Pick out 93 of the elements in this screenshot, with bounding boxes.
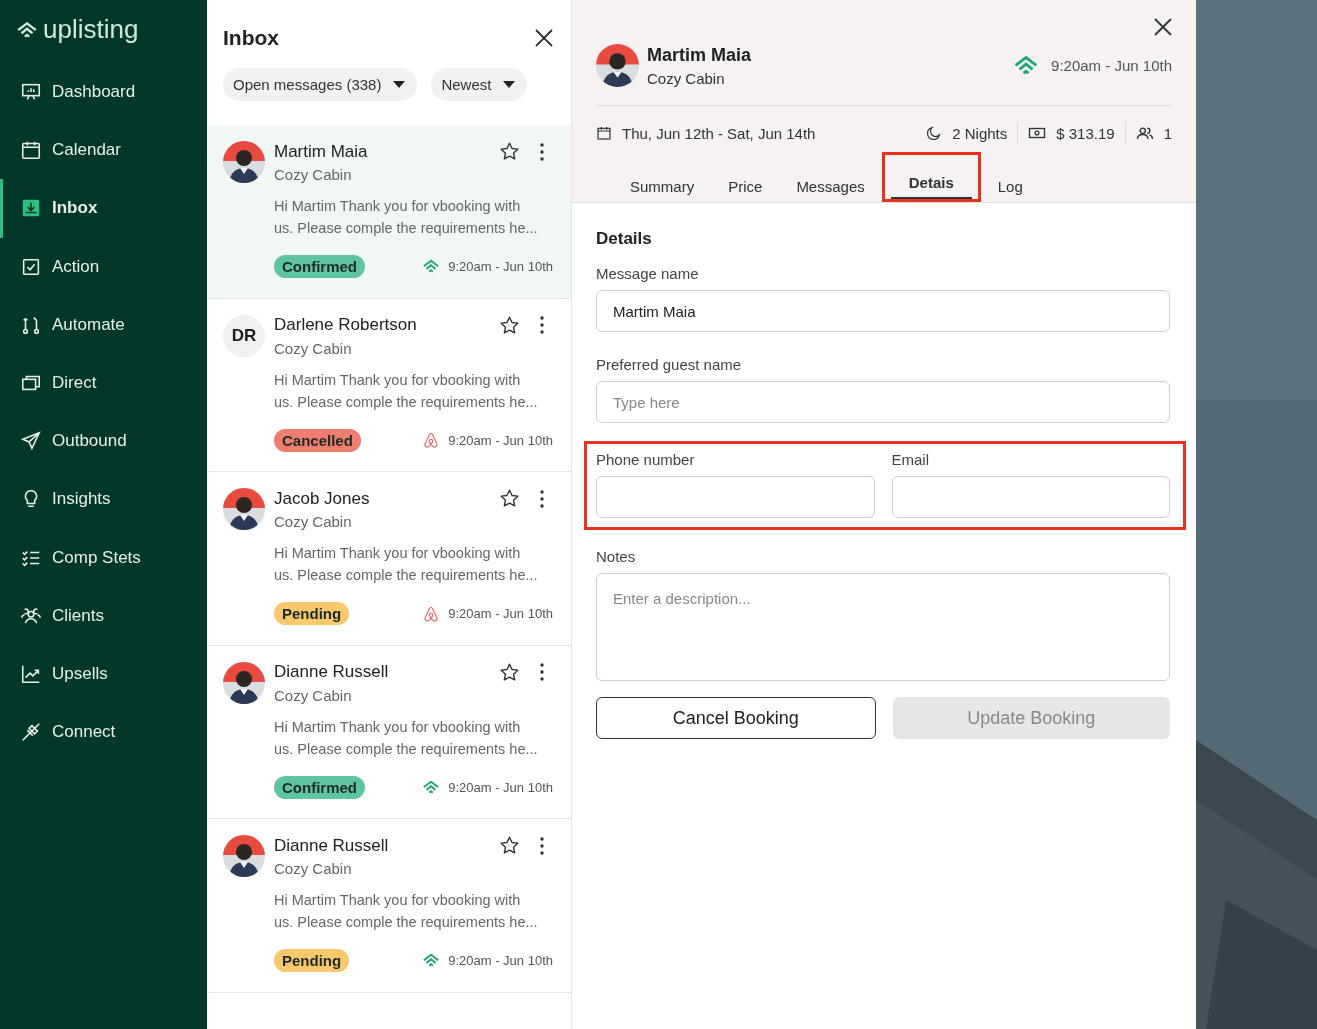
more-icon[interactable] (540, 663, 544, 681)
status-badge: Pending (274, 949, 350, 972)
nav-item[interactable]: Upsells (0, 644, 207, 704)
field-label: Email (891, 451, 930, 468)
plug-icon (20, 721, 42, 744)
users-icon (1135, 126, 1154, 140)
message-card[interactable]: Martim Maia Cozy Cabin Hi Martim Thank you for vbooking with us. Please comple the requirements he... Confirmed 9:20am - Jun 10th (207, 125, 571, 299)
star-icon[interactable] (499, 835, 520, 856)
field-label: Notes (596, 548, 637, 565)
field-label: Message name (596, 265, 700, 282)
airbnb-icon (422, 431, 441, 449)
property-name: Cozy Cabin (274, 686, 353, 704)
input-field[interactable]: Type here (596, 381, 1170, 423)
tab[interactable]: Summary (630, 162, 695, 202)
property-name: Cozy Cabin (647, 69, 726, 87)
status-badge: Cancelled (274, 428, 361, 452)
moon-icon (926, 125, 943, 141)
field-label: Preferred guest name (596, 356, 743, 373)
input-field[interactable] (596, 476, 875, 518)
nights-count: 2 Nights (952, 124, 1008, 142)
nav-item[interactable]: Insights (0, 470, 207, 529)
status-badge: Pending (274, 602, 350, 625)
property-name: Cozy Cabin (274, 860, 353, 877)
nav-item[interactable]: Dashboard (0, 63, 207, 122)
status-badge: Confirmed (274, 255, 365, 278)
message-preview: Hi Martim Thank you for vbooking with us. Please comple the requirements he... (274, 370, 539, 412)
guest-name: Dianne Russell (274, 662, 389, 682)
nav-item[interactable]: Calendar (0, 121, 207, 180)
caret-icon (503, 81, 516, 88)
tab[interactable]: Log (997, 162, 1023, 202)
notes-field[interactable]: Enter a description... (596, 573, 1170, 681)
property-name: Cozy Cabin (274, 339, 353, 357)
tab[interactable]: Detais (890, 159, 972, 199)
nav-item[interactable]: Comp Stets (0, 528, 207, 587)
guest-name: Martim Maia (274, 141, 368, 162)
message-preview: Hi Martim Thank you for vbooking with us. Please comple the requirements he... (274, 717, 539, 759)
message-preview: Hi Martim Thank you for vbooking with us. Please comple the requirements he... (274, 891, 539, 932)
tab[interactable]: Messages (796, 162, 865, 202)
booking-time: 9:20am - Jun 10th (1051, 57, 1172, 74)
star-icon[interactable] (499, 141, 520, 162)
status-badge: Confirmed (274, 775, 365, 799)
more-icon[interactable] (540, 489, 544, 508)
chevrons-up-icon (422, 953, 441, 968)
message-time: 9:20am - Jun 10th (448, 953, 553, 968)
chevrons-up-icon (422, 779, 441, 795)
more-icon[interactable] (540, 142, 544, 161)
inbox-title: Inbox (223, 26, 279, 50)
tab[interactable]: Price (728, 162, 763, 202)
airbnb-icon (422, 604, 441, 623)
banknote-icon (1028, 126, 1047, 140)
chevrons-up-icon (422, 259, 441, 274)
chevrons-up-icon (1013, 55, 1040, 76)
guest-name: Dianne Russell (274, 835, 389, 856)
property-name: Cozy Cabin (274, 166, 353, 183)
filter-dropdown[interactable]: Open messages (338) (223, 68, 418, 101)
avatar-initials: DR (223, 314, 265, 357)
nav-item[interactable]: Connect (0, 703, 207, 762)
input-field[interactable]: Martim Maia (596, 290, 1170, 332)
nav-item[interactable]: Automate (0, 295, 207, 354)
booking-dates: Thu, Jun 12th - Sat, Jun 14th (622, 124, 817, 142)
calendar-icon (20, 139, 42, 162)
booking-button[interactable]: Cancel Booking (596, 697, 876, 739)
property-name: Cozy Cabin (274, 513, 353, 530)
caret-icon (393, 81, 406, 88)
star-icon[interactable] (499, 314, 520, 336)
star-icon[interactable] (499, 661, 520, 683)
close-icon[interactable] (1154, 18, 1172, 36)
message-preview: Hi Martim Thank you for vbooking with us. Please comple the requirements he... (274, 197, 539, 238)
nav-item[interactable]: Action (0, 237, 207, 296)
guest-name: Martim Maia (647, 44, 753, 66)
message-time: 9:20am - Jun 10th (448, 779, 553, 795)
more-icon[interactable] (540, 836, 544, 855)
filter-dropdown[interactable]: Newest (431, 68, 528, 101)
logo-text: uplisting (43, 14, 139, 45)
message-preview: Hi Martim Thank you for vbooking with us. Please comple the requirements he... (274, 544, 539, 585)
message-time: 9:20am - Jun 10th (448, 432, 553, 448)
nav-item[interactable]: Clients (0, 586, 207, 645)
logo-icon (16, 20, 38, 39)
message-time: 9:20am - Jun 10th (448, 259, 553, 274)
input-field[interactable] (891, 476, 1170, 518)
field-label: Phone number (596, 451, 696, 468)
nav-item[interactable]: Direct (0, 353, 207, 413)
booking-price: $ 313.19 (1056, 124, 1115, 142)
guest-name: Darlene Robertson (274, 315, 417, 335)
guest-count: 1 (1163, 124, 1172, 142)
more-icon[interactable] (540, 316, 544, 334)
nav-item[interactable]: Outbound (0, 412, 207, 471)
close-icon[interactable] (535, 29, 553, 47)
star-icon[interactable] (499, 488, 520, 509)
message-time: 9:20am - Jun 10th (448, 606, 553, 621)
guest-name: Jacob Jones (274, 488, 370, 509)
calendar-icon (596, 125, 612, 141)
section-title: Details (596, 229, 653, 249)
